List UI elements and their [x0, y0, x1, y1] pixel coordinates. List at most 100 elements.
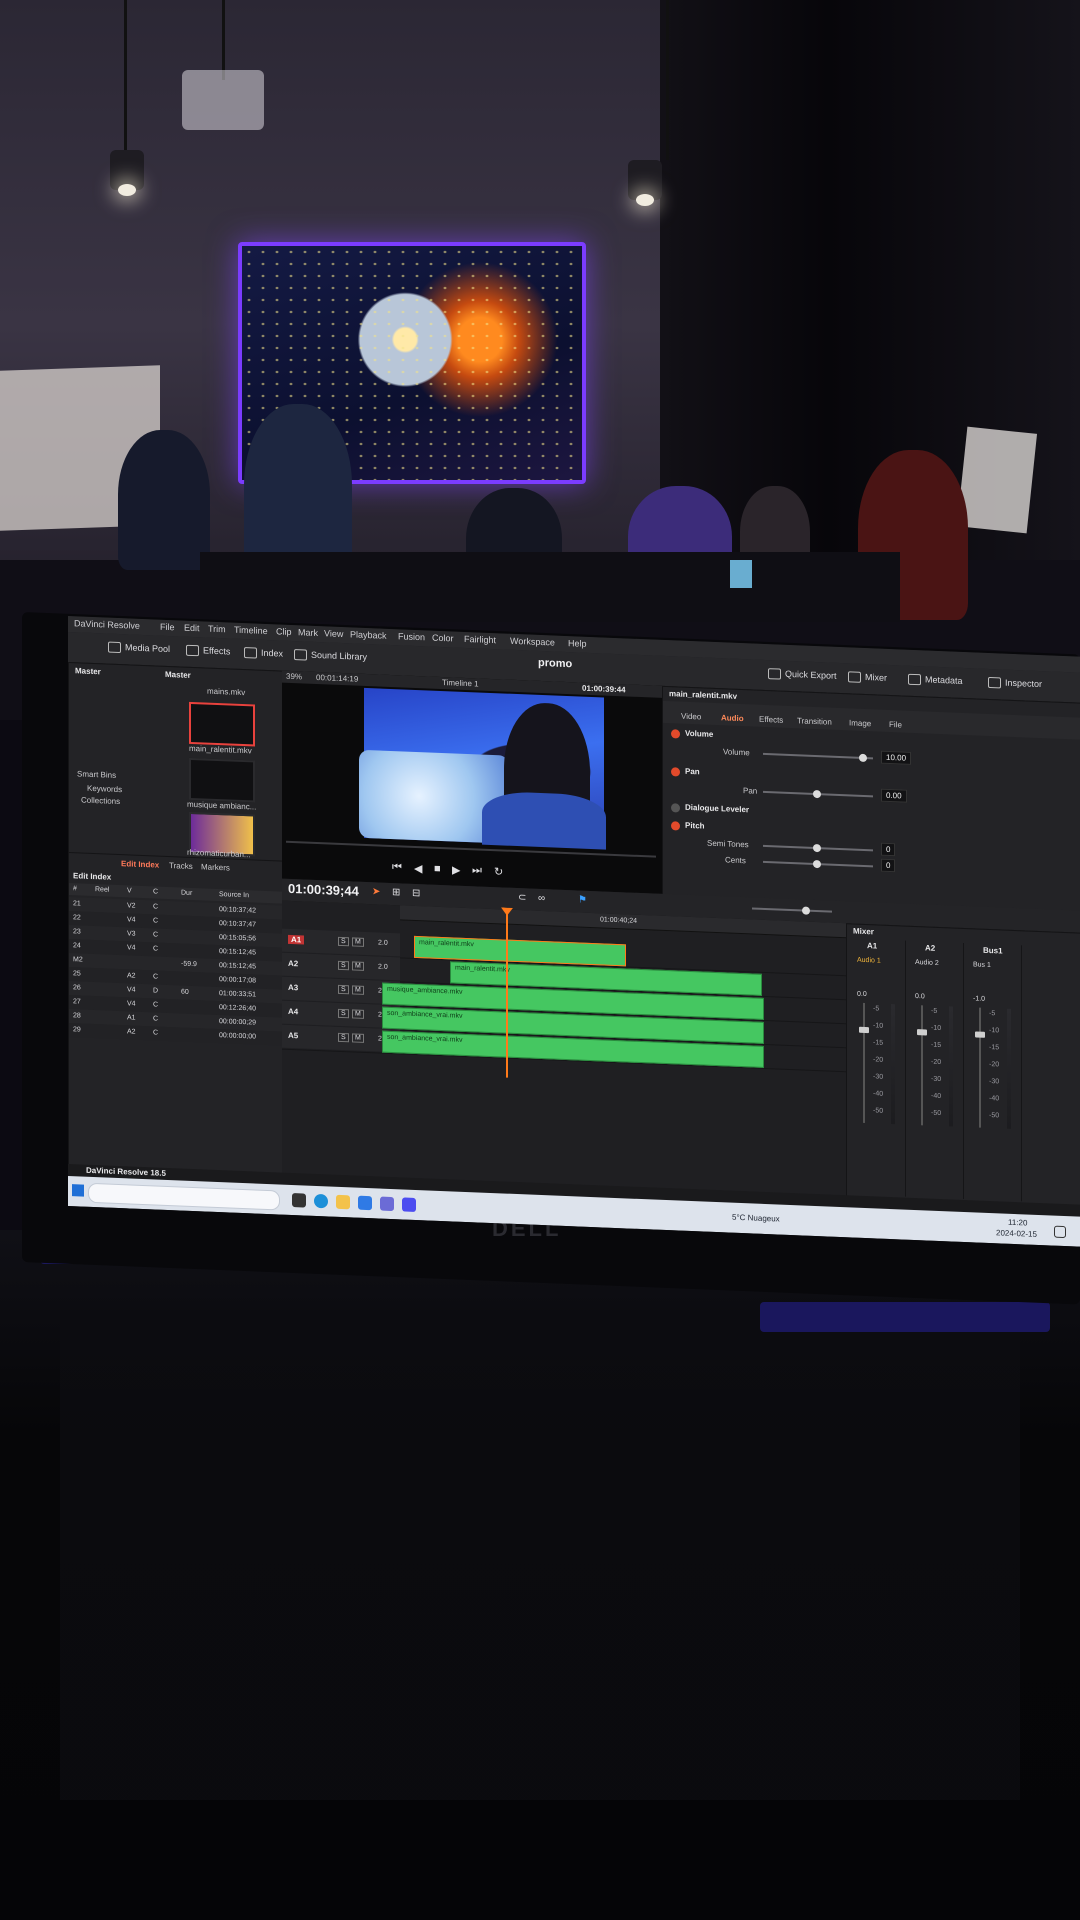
collections-bin[interactable]: Collections — [81, 796, 120, 807]
semitones-slider[interactable] — [763, 843, 873, 853]
menu-timeline[interactable]: Timeline — [234, 625, 268, 636]
cents-slider[interactable] — [763, 859, 873, 869]
stop-icon[interactable]: ■ — [434, 863, 441, 875]
tab-audio[interactable]: Audio — [721, 713, 744, 723]
skip-end-icon[interactable]: ⏭ — [472, 864, 482, 877]
semitones-value[interactable]: 0 — [881, 842, 896, 857]
keywords-bin[interactable]: Keywords — [87, 784, 122, 794]
volume-toggle[interactable] — [671, 729, 680, 739]
ambient-light-strip — [760, 1302, 1050, 1332]
tab-file[interactable]: File — [889, 720, 902, 730]
solo-button[interactable]: S — [338, 1032, 349, 1043]
mixer-fader[interactable] — [975, 1007, 985, 1128]
menu-view[interactable]: View — [324, 628, 343, 639]
mixer-fader[interactable] — [917, 1005, 927, 1126]
clock-date[interactable]: 2024-02-15 — [996, 1228, 1037, 1239]
mute-button[interactable]: M — [352, 961, 364, 971]
mute-button[interactable]: M — [352, 985, 364, 995]
loop-icon[interactable]: ↻ — [494, 865, 503, 878]
mixer-fader-cap[interactable] — [975, 1031, 985, 1038]
blade-tool-icon[interactable]: ⊟ — [412, 888, 420, 899]
trim-tool-icon[interactable]: ⊞ — [392, 887, 400, 898]
taskbar-search[interactable] — [88, 1182, 280, 1211]
skip-start-icon[interactable]: ⏮ — [392, 861, 402, 874]
mute-button[interactable]: M — [352, 937, 364, 947]
cents-knob[interactable] — [813, 859, 821, 869]
tab-transition[interactable]: Transition — [797, 716, 832, 726]
pan-value[interactable]: 0.00 — [881, 788, 907, 803]
tab-effects[interactable]: Effects — [759, 715, 783, 725]
play-icon[interactable]: ▶ — [452, 863, 460, 876]
media-pool-button[interactable]: Media Pool — [108, 641, 170, 656]
track-header[interactable]: A2 S M 2.0 — [282, 952, 400, 981]
store-icon[interactable] — [358, 1195, 372, 1211]
link-icon[interactable]: ∞ — [538, 893, 545, 904]
pan-slider[interactable] — [763, 789, 873, 799]
app-taskbar-icon[interactable] — [402, 1197, 416, 1212]
solo-button[interactable]: S — [338, 1008, 349, 1019]
resolve-taskbar-icon[interactable] — [380, 1196, 394, 1212]
solo-button[interactable]: S — [338, 936, 349, 947]
mixer-fader[interactable] — [859, 1002, 869, 1124]
menu-fusion[interactable]: Fusion — [398, 631, 425, 642]
play-reverse-icon[interactable]: ◀ — [414, 862, 422, 875]
edge-icon[interactable] — [314, 1193, 328, 1209]
quick-export-button[interactable]: Quick Export — [768, 668, 837, 682]
volume-slider[interactable] — [763, 752, 873, 763]
mute-button[interactable]: M — [352, 1033, 364, 1043]
volume-slider-knob[interactable] — [859, 753, 867, 763]
volume-value[interactable]: 10.00 — [881, 750, 912, 765]
windows-start-icon[interactable] — [72, 1184, 84, 1197]
solo-button[interactable]: S — [338, 984, 349, 995]
menu-playback[interactable]: Playback — [350, 629, 387, 640]
tab-image[interactable]: Image — [849, 718, 871, 728]
menu-edit[interactable]: Edit — [184, 623, 200, 634]
timeline-selector[interactable]: Timeline 1 — [442, 678, 479, 688]
menu-color[interactable]: Color — [432, 633, 454, 644]
mixer-fader-cap[interactable] — [917, 1029, 927, 1036]
notifications-icon[interactable] — [1054, 1225, 1066, 1239]
menu-workspace[interactable]: Workspace — [510, 636, 555, 648]
sound-library-button[interactable]: Sound Library — [294, 649, 367, 663]
dialogue-leveler-toggle[interactable] — [671, 803, 680, 813]
zoom-slider[interactable] — [752, 906, 832, 915]
metadata-button[interactable]: Metadata — [908, 673, 963, 687]
menu-clip[interactable]: Clip — [276, 626, 292, 637]
menu-app[interactable]: DaVinci Resolve — [74, 618, 140, 631]
effects-button[interactable]: Effects — [186, 644, 230, 658]
zoom-knob[interactable] — [802, 906, 810, 915]
solo-button[interactable]: S — [338, 960, 349, 971]
pitch-toggle[interactable] — [671, 821, 680, 831]
pan-toggle[interactable] — [671, 767, 680, 777]
mixer-button[interactable]: Mixer — [848, 671, 887, 684]
clip-duration: 00:01:14:19 — [316, 672, 359, 684]
mute-button[interactable]: M — [352, 1009, 364, 1019]
tab-tracks[interactable]: Tracks — [169, 861, 193, 871]
file-explorer-icon[interactable] — [336, 1194, 350, 1210]
menu-fairlight[interactable]: Fairlight — [464, 634, 496, 645]
track-header[interactable]: A1 S M 2.0 — [282, 928, 400, 957]
menu-help[interactable]: Help — [568, 638, 587, 649]
snapping-icon[interactable]: ⊂ — [518, 892, 526, 903]
tab-markers[interactable]: Markers — [201, 862, 230, 872]
clock-time[interactable]: 11:20 — [1008, 1218, 1027, 1228]
tab-video[interactable]: Video — [681, 712, 701, 722]
clip-thumbnail[interactable] — [189, 701, 255, 747]
task-view-icon[interactable] — [292, 1192, 306, 1208]
playhead[interactable] — [506, 909, 508, 1078]
menu-mark[interactable]: Mark — [298, 627, 318, 638]
pan-slider-knob[interactable] — [813, 789, 821, 799]
weather-widget[interactable]: 5°C Nuageux — [732, 1213, 780, 1224]
cents-value[interactable]: 0 — [881, 858, 896, 873]
menu-file[interactable]: File — [160, 622, 175, 633]
clip-thumbnail[interactable] — [189, 757, 255, 803]
semitones-knob[interactable] — [813, 843, 821, 853]
flag-icon[interactable]: ⚑ — [578, 894, 587, 905]
zoom-level[interactable]: 39% — [286, 672, 302, 682]
inspector-button[interactable]: Inspector — [988, 677, 1042, 690]
mixer-fader-cap[interactable] — [859, 1026, 869, 1034]
menu-trim[interactable]: Trim — [208, 624, 226, 635]
index-button[interactable]: Index — [244, 647, 283, 660]
selection-tool-icon[interactable]: ➤ — [372, 886, 380, 897]
tab-edit-index[interactable]: Edit Index — [121, 859, 159, 870]
